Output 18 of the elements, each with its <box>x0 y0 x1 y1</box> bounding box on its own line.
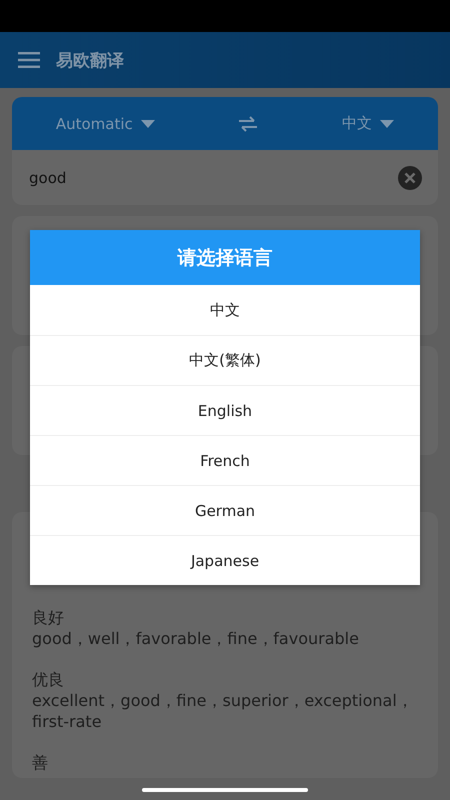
language-option[interactable]: 中文(繁体) <box>30 335 420 385</box>
entry-term: 优良 <box>32 669 65 690</box>
language-option[interactable]: German <box>30 485 420 535</box>
language-option[interactable]: English <box>30 385 420 435</box>
entry-meanings: good，well，favorable，fine，favourable <box>32 628 360 649</box>
language-option[interactable]: Japanese <box>30 535 420 585</box>
entry-meanings: excellent，good，fine，superior，exceptional，first-rate <box>32 690 414 732</box>
caret-icon <box>380 120 394 128</box>
menu-icon[interactable] <box>18 52 40 68</box>
caret-icon <box>140 120 155 128</box>
app-title: 易欧翻译 <box>56 50 124 72</box>
entry-term: 良好 <box>32 607 65 628</box>
clear-icon[interactable] <box>398 166 422 190</box>
dialog-title: 请选择语言 <box>30 230 420 285</box>
language-option[interactable]: French <box>30 435 420 485</box>
entry-term: 善 <box>32 752 49 773</box>
swap-icon[interactable] <box>238 116 258 132</box>
language-option[interactable]: 中文 <box>30 285 420 335</box>
